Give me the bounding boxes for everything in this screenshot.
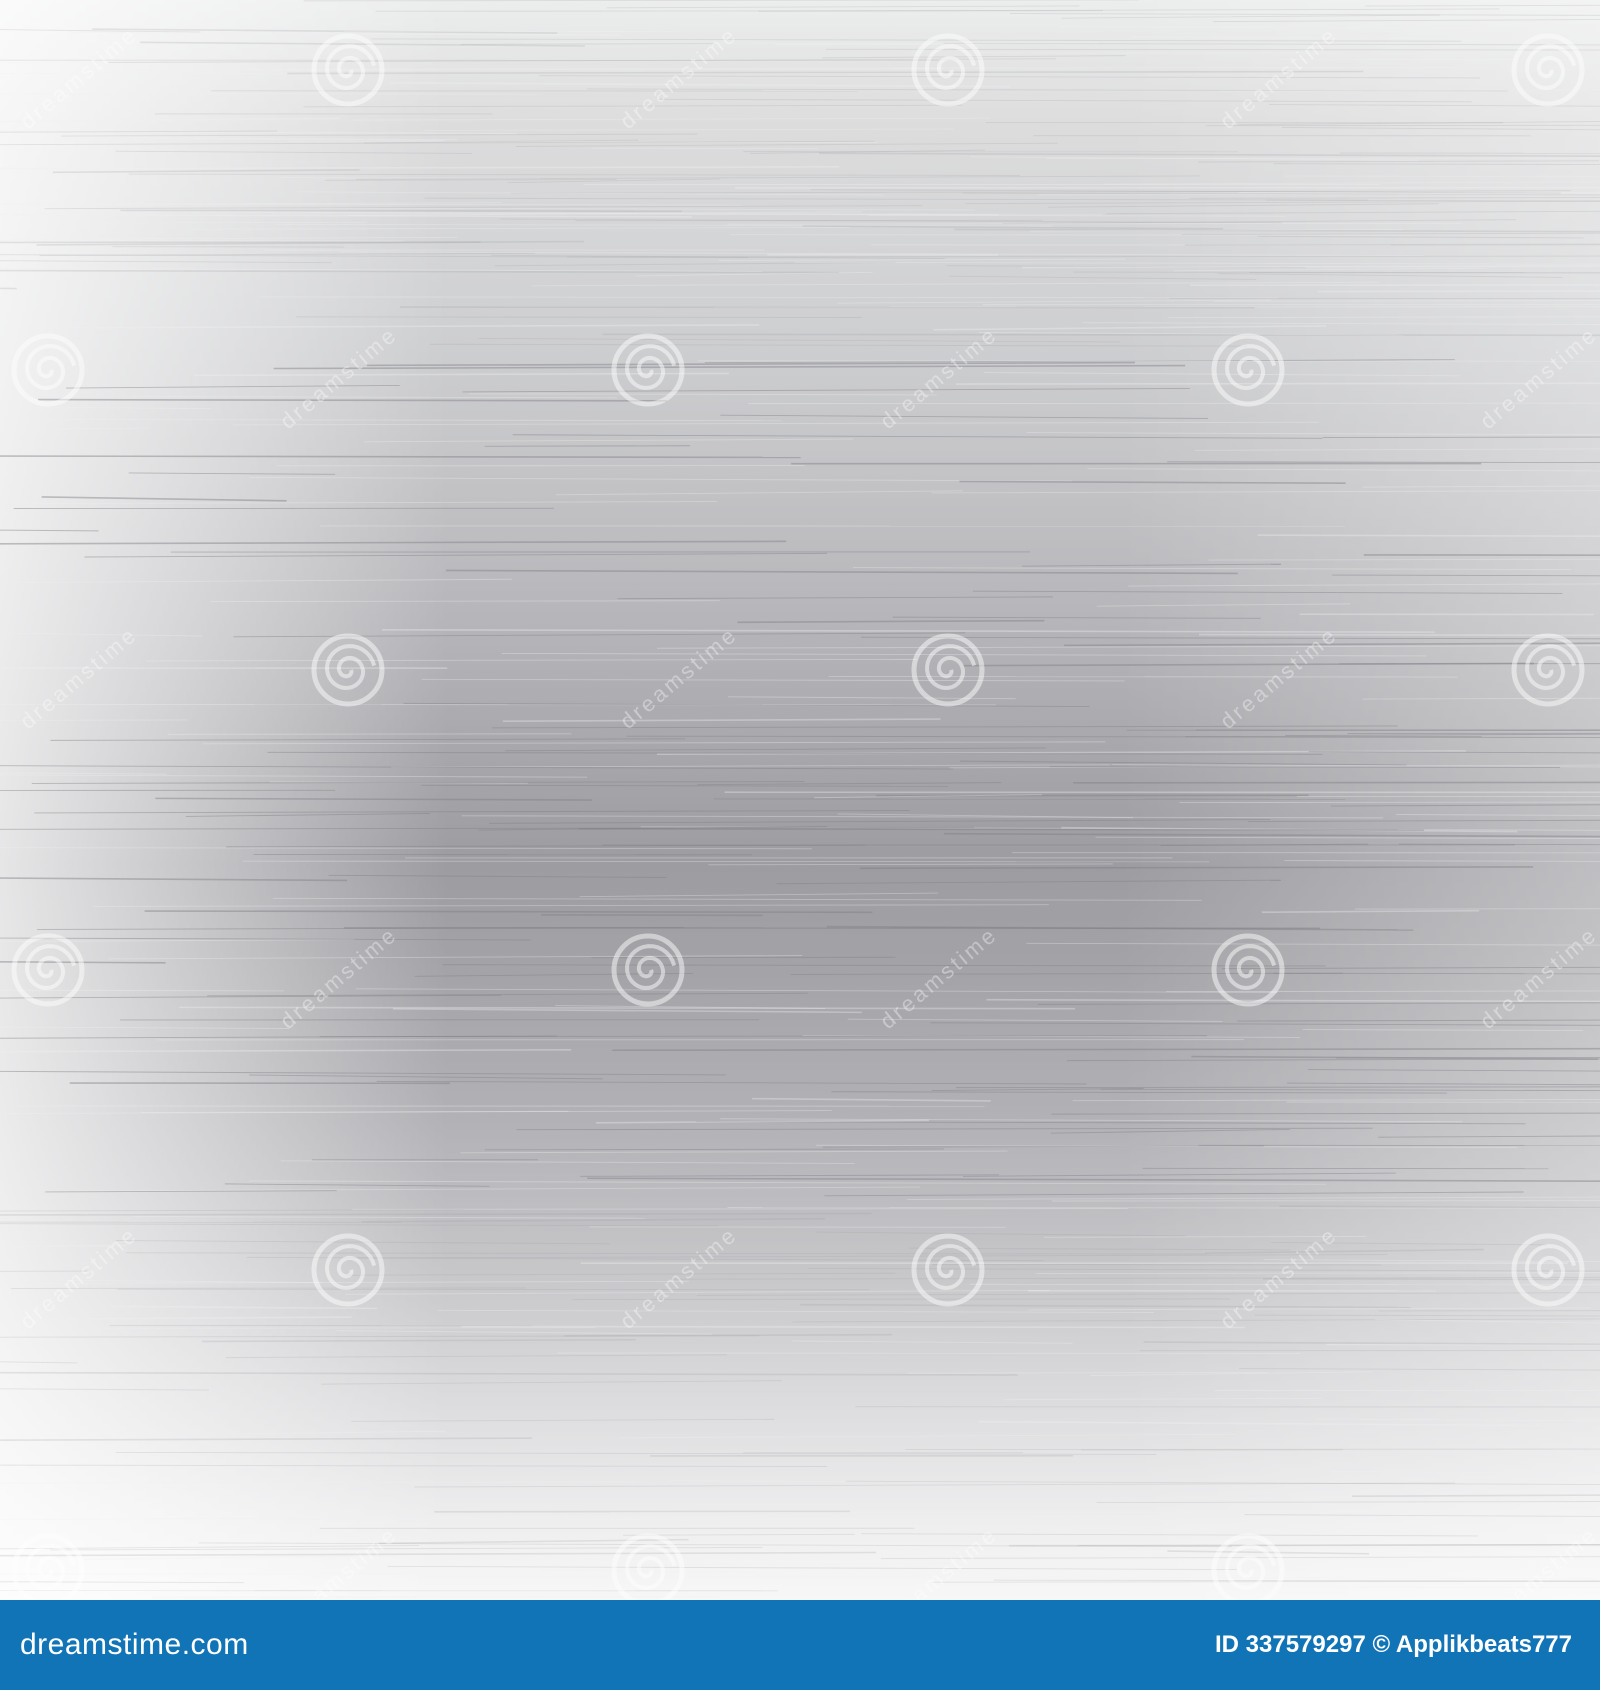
spiral-icon xyxy=(611,333,685,407)
spiral-icon xyxy=(1511,1233,1585,1307)
spiral-icon xyxy=(1211,933,1285,1007)
spiral-icon xyxy=(11,1533,85,1600)
spiral-icon xyxy=(1511,633,1585,707)
watermark-text: dreamstime xyxy=(15,622,142,734)
watermark-text: dreamstime xyxy=(1215,22,1342,134)
watermark-text: dreamstime xyxy=(15,1222,142,1334)
spiral-icon xyxy=(1511,33,1585,107)
watermark-text: dreamstime xyxy=(275,1522,402,1600)
watermark-text: dreamstime xyxy=(615,622,742,734)
watermark-text: dreamstime xyxy=(615,22,742,134)
watermark-text: dreamstime xyxy=(615,1222,742,1334)
spiral-icon xyxy=(1211,333,1285,407)
spiral-icon xyxy=(911,33,985,107)
spiral-icon xyxy=(311,1233,385,1307)
spiral-icon xyxy=(1211,1533,1285,1600)
footer-logo: dreamstime.com xyxy=(20,1628,249,1661)
watermark-text: dreamstime xyxy=(1215,622,1342,734)
watermark-text: dreamstime xyxy=(1475,922,1600,1034)
watermark-text: dreamstime xyxy=(275,922,402,1034)
watermark-layer: dreamstime dreamstime dreamstime dreamstime… xyxy=(11,22,1600,1600)
watermark-text: dreamstime xyxy=(1475,322,1600,434)
watermark-text: dreamstime xyxy=(1475,1522,1600,1600)
spiral-icon xyxy=(911,1233,985,1307)
watermark-text: dreamstime xyxy=(1215,1222,1342,1334)
watermark-text: dreamstime xyxy=(875,322,1002,434)
spiral-icon xyxy=(11,333,85,407)
watermark-text: dreamstime xyxy=(15,22,142,134)
watermark-text: dreamstime xyxy=(875,922,1002,1034)
spiral-icon xyxy=(611,1533,685,1600)
stock-image-page: dreamstime dreamstime dreamstime dreamstime… xyxy=(0,0,1600,1690)
spiral-icon xyxy=(611,933,685,1007)
watermark-text: dreamstime xyxy=(275,322,402,434)
spiral-icon xyxy=(311,633,385,707)
spiral-icon xyxy=(11,933,85,1007)
watermark-text: dreamstime xyxy=(875,1522,1002,1600)
spiral-icon xyxy=(911,633,985,707)
spiral-icon xyxy=(311,33,385,107)
image-id-credit: ID 337579297 © Applikbeats777 xyxy=(1215,1631,1572,1658)
footer-bar: dreamstime.com ID 337579297 © Applikbeat… xyxy=(0,1600,1600,1690)
